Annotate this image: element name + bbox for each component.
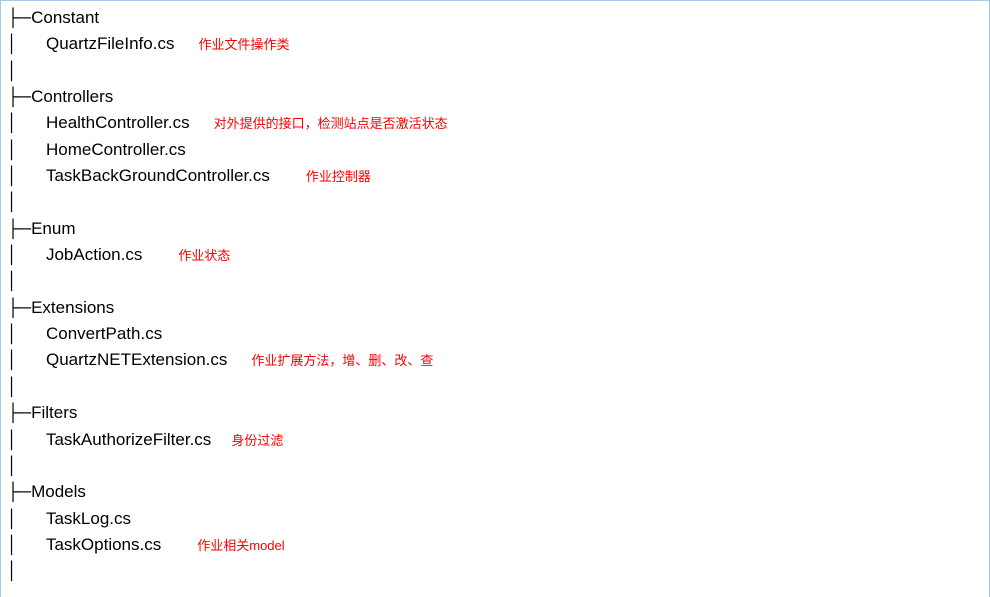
node-name: TaskLog.cs xyxy=(46,506,131,532)
tree-prefix: ├─ xyxy=(7,479,31,505)
node-name: TaskOptions.cs xyxy=(46,532,161,558)
folder-line: ├─Constant xyxy=(7,5,989,31)
file-line: │ HomeController.cs xyxy=(7,137,989,163)
annotation: 对外提供的接口，检测站点是否激活状态 xyxy=(214,114,448,134)
file-line: │ QuartzFileInfo.cs 作业文件操作类 xyxy=(7,31,989,57)
node-name: QuartzNETExtension.cs xyxy=(46,347,227,373)
tree-prefix: ├─ xyxy=(7,295,31,321)
tree-prefix: ├─ xyxy=(7,400,31,426)
blank-line: │ xyxy=(7,189,989,215)
tree-prefix: │ xyxy=(7,163,46,189)
folder-line: ├─Extensions xyxy=(7,295,989,321)
tree-prefix: │ xyxy=(7,110,46,136)
file-line: │ HealthController.cs 对外提供的接口，检测站点是否激活状态 xyxy=(7,110,989,136)
node-name: HomeController.cs xyxy=(46,137,186,163)
tree-prefix: ├─ xyxy=(7,84,31,110)
tree-prefix: │ xyxy=(7,453,18,479)
folder-line: ├─Enum xyxy=(7,216,989,242)
tree-prefix: │ xyxy=(7,137,46,163)
node-name: Constant xyxy=(31,5,99,31)
node-name: JobAction.cs xyxy=(46,242,142,268)
tree-prefix: │ xyxy=(7,506,46,532)
tree-prefix: │ xyxy=(7,189,18,215)
file-line: │ TaskAuthorizeFilter.cs 身份过滤 xyxy=(7,427,989,453)
node-name: HealthController.cs xyxy=(46,110,190,136)
node-name: Extensions xyxy=(31,295,114,321)
file-line: │ TaskLog.cs xyxy=(7,506,989,532)
tree-prefix: │ xyxy=(7,532,46,558)
annotation: 身份过滤 xyxy=(231,431,283,451)
node-name: Models xyxy=(31,479,86,505)
file-line: │ QuartzNETExtension.cs 作业扩展方法，增、删、改、查 xyxy=(7,347,989,373)
tree-prefix: │ xyxy=(7,321,46,347)
node-name: QuartzFileInfo.cs xyxy=(46,31,175,57)
tree-prefix: │ xyxy=(7,347,46,373)
file-line: │ TaskOptions.cs 作业相关model xyxy=(7,532,989,558)
annotation: 作业控制器 xyxy=(306,167,371,187)
tree-prefix: │ xyxy=(7,558,18,584)
file-line: │ ConvertPath.cs xyxy=(7,321,989,347)
tree-prefix: │ xyxy=(7,427,46,453)
node-name: TaskAuthorizeFilter.cs xyxy=(46,427,211,453)
node-name: Filters xyxy=(31,400,77,426)
node-name: ConvertPath.cs xyxy=(46,321,162,347)
file-line: │ JobAction.cs 作业状态 xyxy=(7,242,989,268)
tree-prefix: │ xyxy=(7,58,18,84)
file-line: │ TaskBackGroundController.cs 作业控制器 xyxy=(7,163,989,189)
blank-line: │ xyxy=(7,374,989,400)
folder-line: ├─Controllers xyxy=(7,84,989,110)
node-name: TaskBackGroundController.cs xyxy=(46,163,270,189)
annotation: 作业状态 xyxy=(178,246,230,266)
blank-line: │ xyxy=(7,268,989,294)
folder-line: ├─Filters xyxy=(7,400,989,426)
blank-line: │ xyxy=(7,558,989,584)
blank-line: │ xyxy=(7,453,989,479)
tree-prefix: ├─ xyxy=(7,5,31,31)
tree-prefix: │ xyxy=(7,374,18,400)
tree-prefix: │ xyxy=(7,31,46,57)
tree-container: ├─Constant│ QuartzFileInfo.cs作业文件操作类│├─C… xyxy=(7,5,989,585)
tree-prefix: │ xyxy=(7,268,18,294)
node-name: Enum xyxy=(31,216,75,242)
tree-prefix: │ xyxy=(7,242,46,268)
blank-line: │ xyxy=(7,58,989,84)
node-name: Controllers xyxy=(31,84,113,110)
folder-line: ├─Models xyxy=(7,479,989,505)
annotation: 作业文件操作类 xyxy=(198,35,289,55)
annotation: 作业扩展方法，增、删、改、查 xyxy=(251,351,433,371)
tree-prefix: ├─ xyxy=(7,216,31,242)
annotation: 作业相关model xyxy=(197,536,284,556)
